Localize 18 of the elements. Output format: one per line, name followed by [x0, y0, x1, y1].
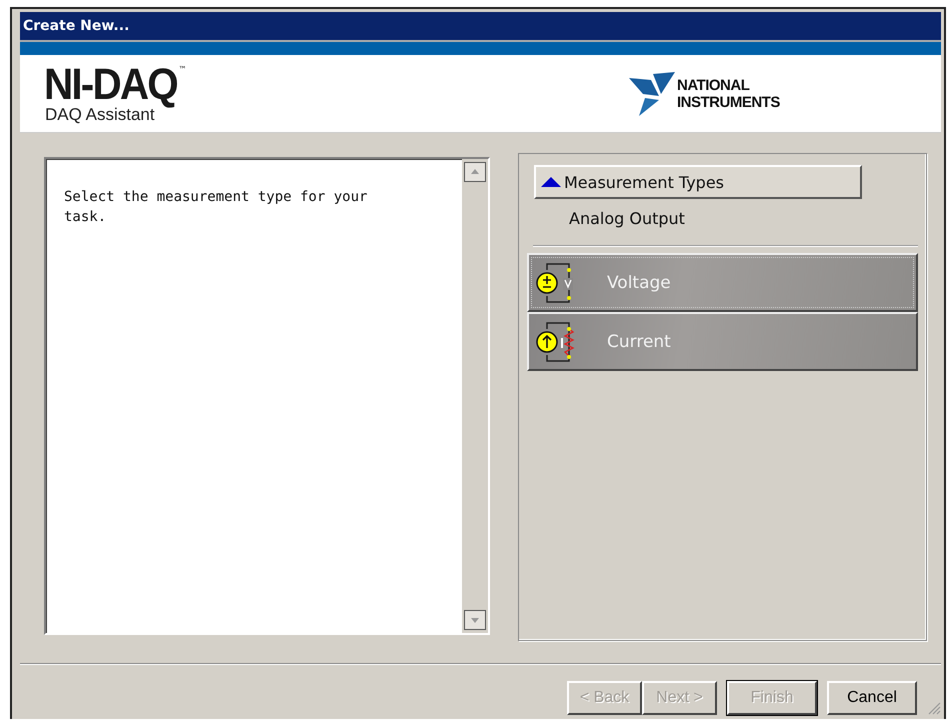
category-label: Analog Output — [569, 209, 686, 230]
scroll-down-icon — [464, 610, 486, 630]
vendor-name: INSTRUMENTS — [677, 94, 780, 110]
measurement-item[interactable]: Voltage — [527, 253, 918, 312]
measurement-types-button[interactable]: Measurement Types — [534, 165, 862, 199]
scrollbar[interactable] — [462, 159, 488, 633]
product-subtitle: DAQ Assistant — [45, 104, 155, 124]
resize-grip-icon — [927, 701, 941, 715]
collapse-triangle-icon — [540, 175, 562, 189]
current-source-icon — [535, 320, 575, 362]
trademark-mark: ™ — [178, 64, 186, 74]
eagle-logo-icon — [629, 72, 675, 116]
help-text: Select the measurement type for your task. — [63, 188, 368, 227]
dialog-button[interactable]: Cancel — [827, 681, 917, 715]
measurement-item[interactable]: Current — [527, 312, 918, 371]
vendor-name: NATIONAL — [677, 76, 750, 94]
scroll-up-icon — [464, 162, 486, 182]
window-title: Create New... — [20, 12, 941, 42]
